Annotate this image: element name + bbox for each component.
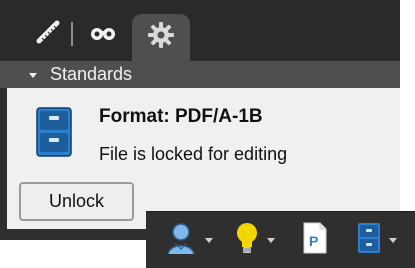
save-button[interactable] xyxy=(356,221,398,259)
unlock-button[interactable]: Unlock xyxy=(19,182,134,221)
chevron-down-icon[interactable] xyxy=(28,70,38,80)
chevron-down-icon[interactable] xyxy=(266,231,276,249)
pdf-button[interactable]: P xyxy=(301,221,329,259)
hint-button[interactable] xyxy=(234,221,276,259)
bottom-toolbar: P xyxy=(146,211,415,268)
chevron-down-icon[interactable] xyxy=(388,231,398,249)
status-message: File is locked for editing xyxy=(99,144,288,164)
cabinet-icon xyxy=(356,221,382,260)
tab-binoculars[interactable] xyxy=(78,14,128,54)
status-content: Format: PDF/A-1B File is locked for edit… xyxy=(7,88,400,229)
chevron-down-icon[interactable] xyxy=(204,231,214,249)
section-title: Standards xyxy=(50,64,133,84)
cabinet-icon xyxy=(35,106,73,158)
user-button[interactable] xyxy=(164,221,214,259)
standards-panel: Standards Format: PDF/A-1B File is locke… xyxy=(0,0,400,240)
binoculars-icon xyxy=(88,22,118,47)
pdf-page-icon: P xyxy=(301,221,329,260)
tab-measure[interactable] xyxy=(25,14,71,54)
gear-icon xyxy=(147,21,175,54)
user-icon xyxy=(164,221,198,260)
section-header[interactable]: Standards xyxy=(0,61,400,88)
svg-text:P: P xyxy=(309,233,318,249)
format-title: Format: PDF/A-1B xyxy=(99,106,263,127)
tab-separator xyxy=(71,22,73,46)
tab-settings[interactable] xyxy=(132,14,190,61)
tab-bar xyxy=(0,0,400,61)
lightbulb-icon xyxy=(234,221,260,260)
measure-icon xyxy=(35,19,61,50)
